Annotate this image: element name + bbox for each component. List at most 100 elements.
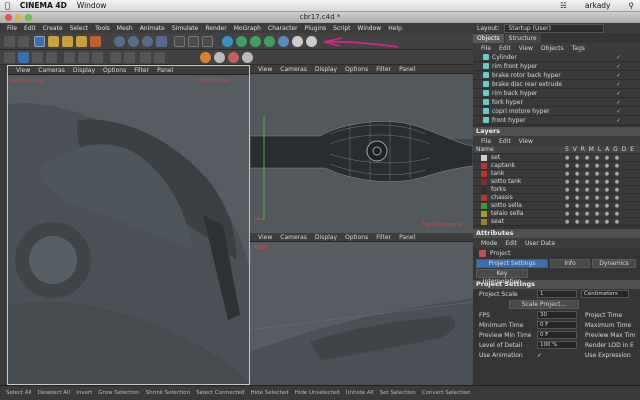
layer-flags[interactable]: ● ● ● ● ● ● [565,187,640,193]
vp-menu-view[interactable]: View [16,67,30,74]
project-scale-input[interactable]: 1 [537,290,577,298]
menu-animate[interactable]: Animate [140,25,165,32]
cube-icon[interactable] [222,36,233,47]
menu-mesh[interactable]: Mesh [117,25,133,32]
menu-mograph[interactable]: MoGraph [234,25,261,32]
layer-color-swatch[interactable] [481,218,487,225]
menu-file[interactable]: File [7,25,17,32]
python-icon[interactable] [228,52,239,63]
nurbs-icon[interactable] [236,36,247,47]
edges-mode-icon[interactable] [78,52,89,63]
apple-icon[interactable]:  [5,1,10,10]
om-menu-objects[interactable]: Objects [541,45,564,52]
vp2-menu-view[interactable]: View [258,66,272,73]
menu-window[interactable]: Window [358,25,382,32]
object-mode-icon[interactable] [32,52,43,63]
status-hide-unselected[interactable]: Hide Unselected [295,390,340,396]
zoom-window-button[interactable] [25,14,32,21]
undo-icon[interactable] [4,36,15,47]
y-axis-icon[interactable] [128,36,139,47]
layer-flags[interactable]: ● ● ● ● ● ● [565,163,640,169]
render-settings-icon[interactable] [202,36,213,47]
attr-menu-userdata[interactable]: User Data [525,240,555,247]
menu-character[interactable]: Character [268,25,298,32]
layers-menu-file[interactable]: File [481,138,491,145]
status-invert[interactable]: Invert [76,390,92,396]
layer-color-swatch[interactable] [481,194,487,201]
visibility-check-icon[interactable]: ✓ [616,90,640,97]
menu-create[interactable]: Create [43,25,63,32]
use-animation-checkbox[interactable]: ✓ [537,352,577,359]
visibility-check-icon[interactable]: ✓ [616,63,640,70]
layers-menu-edit[interactable]: Edit [499,138,511,145]
layer-row[interactable]: set ● ● ● ● ● ● [473,154,640,162]
axis-mode-icon[interactable] [110,52,121,63]
model-mode-icon[interactable] [18,52,29,63]
layer-row[interactable]: captank ● ● ● ● ● ● [473,162,640,170]
layer-color-swatch[interactable] [481,178,487,185]
om-menu-view[interactable]: View [519,45,533,52]
search-icon[interactable]: ⚲ [629,1,635,10]
vp-menu-panel[interactable]: Panel [157,67,173,74]
status-hide-selected[interactable]: Hide Selected [251,390,289,396]
layer-flags[interactable]: ● ● ● ● ● ● [565,211,640,217]
status-unhide-all[interactable]: Unhide All [346,390,374,396]
layers-menu-view[interactable]: View [519,138,533,145]
texture-mode-icon[interactable] [46,52,57,63]
menu-script[interactable]: Script [333,25,350,32]
status-deselect-all[interactable]: Deselect All [38,390,71,396]
polygons-mode-icon[interactable] [92,52,103,63]
project-scale-unit-select[interactable]: Centimeters [581,290,629,298]
window-menu[interactable]: Window [77,1,107,10]
user-name[interactable]: arkady [585,1,611,10]
object-row[interactable]: fork hyper ✓ [473,98,640,107]
status-shrink-selection[interactable]: Shrink Selection [146,390,191,396]
vp-menu-filter[interactable]: Filter [134,67,149,74]
vp2-menu-options[interactable]: Options [345,66,368,73]
preview-min-input[interactable]: 0 F [537,331,577,339]
layer-row[interactable]: tank ● ● ● ● ● ● [473,170,640,178]
sun-icon[interactable] [200,52,211,63]
menu-render[interactable]: Render [205,25,226,32]
array-icon[interactable] [250,36,261,47]
enable-snap-icon[interactable] [140,52,151,63]
object-row[interactable]: Cylinder ✓ [473,53,640,62]
redo-icon[interactable] [18,36,29,47]
visibility-check-icon[interactable]: ✓ [616,117,640,124]
visibility-check-icon[interactable]: ✓ [616,81,640,88]
move-icon[interactable] [48,36,59,47]
render-view-icon[interactable] [174,36,185,47]
object-row[interactable]: brake disc rear extrude ✓ [473,80,640,89]
tab-project-settings[interactable]: Project Settings [476,259,548,268]
om-menu-edit[interactable]: Edit [499,45,511,52]
layer-row[interactable]: forks ● ● ● ● ● ● [473,186,640,194]
viewport-top[interactable]: View Cameras Display Options Filter Pane… [250,65,473,233]
deformer-icon[interactable] [264,36,275,47]
layer-row[interactable]: chassis ● ● ● ● ● ● [473,194,640,202]
viewport-perspective[interactable]: View Cameras Display Options Filter Pane… [7,65,250,385]
coordinate-system-icon[interactable] [156,36,167,47]
om-menu-tags[interactable]: Tags [572,45,585,52]
layer-color-swatch[interactable] [481,202,487,209]
vp2-menu-cameras[interactable]: Cameras [280,66,307,73]
x-axis-icon[interactable] [114,36,125,47]
status-select-connected[interactable]: Select Connected [196,390,244,396]
layer-row[interactable]: telaio sella ● ● ● ● ● ● [473,210,640,218]
tab-info[interactable]: Info [550,259,590,268]
layer-color-swatch[interactable] [481,170,487,177]
vp3-menu-cameras[interactable]: Cameras [280,234,307,241]
minimize-window-button[interactable] [15,14,22,21]
layout-select[interactable]: Startup (User) [504,23,605,33]
vp2-menu-filter[interactable]: Filter [376,66,391,73]
menu-simulate[interactable]: Simulate [172,25,199,32]
layer-row[interactable]: sotto tank ● ● ● ● ● ● [473,178,640,186]
layer-flags[interactable]: ● ● ● ● ● ● [565,219,640,225]
status-set-selection[interactable]: Set Selection [380,390,416,396]
render-picture-viewer-icon[interactable] [188,36,199,47]
sketch-icon[interactable] [214,52,225,63]
layer-color-swatch[interactable] [481,186,487,193]
tweak-mode-icon[interactable] [124,52,135,63]
attr-menu-edit[interactable]: Edit [505,240,517,247]
vp3-menu-panel[interactable]: Panel [399,234,415,241]
visibility-check-icon[interactable]: ✓ [616,72,640,79]
